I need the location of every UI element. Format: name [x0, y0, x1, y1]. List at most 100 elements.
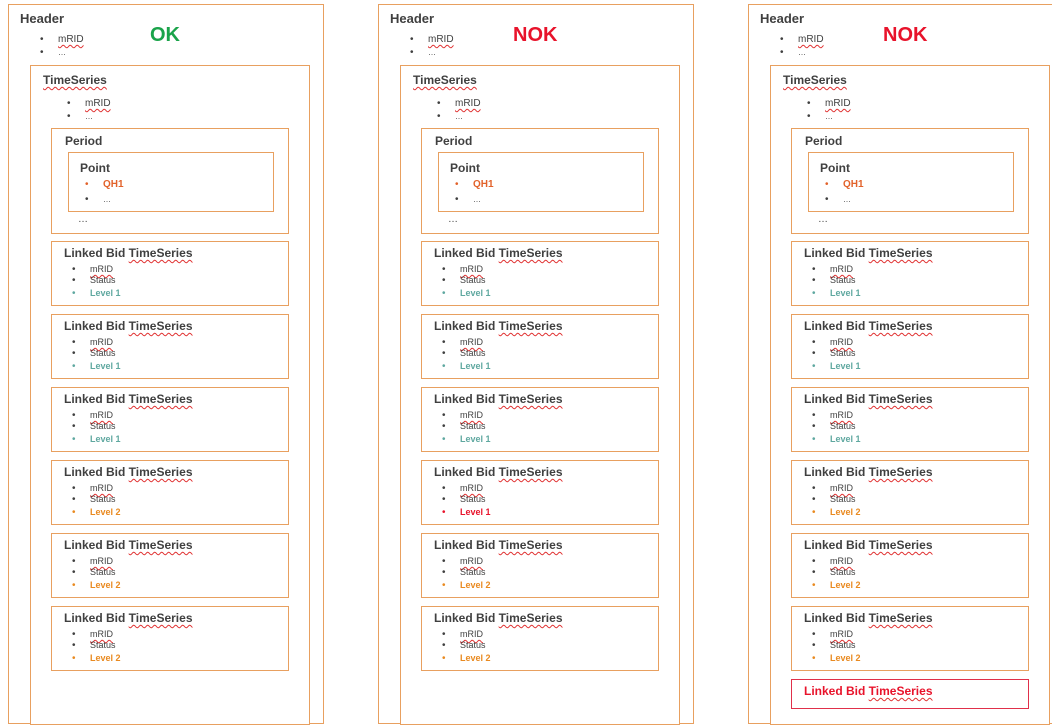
- timeseries-more-dot: •: [437, 111, 441, 122]
- timeseries-more-text: …: [455, 112, 463, 121]
- linked-bid-mrid: • mRID: [442, 337, 483, 348]
- linked-bid-level-dot: •: [72, 361, 76, 372]
- linked-bid-status: • Status: [72, 348, 116, 359]
- timeseries-mrid-text: mRID: [455, 98, 481, 109]
- linked-bid-mrid: • mRID: [72, 556, 113, 567]
- linked-bid-prefix: Linked Bid: [434, 319, 499, 333]
- linked-bid-suffix: TimeSeries: [128, 538, 193, 552]
- linked-bid-mrid-dot: •: [442, 410, 446, 421]
- linked-bid-level-text: Level 2: [460, 580, 491, 590]
- linked-bid-mrid: • mRID: [442, 264, 483, 275]
- linked-bid-prefix: Linked Bid: [64, 465, 129, 479]
- linked-bid-level-dot: •: [812, 653, 816, 664]
- header-more-text: …: [428, 48, 436, 57]
- linked-bid-mrid: • mRID: [812, 264, 853, 275]
- linked-bid-mrid: • mRID: [72, 410, 113, 421]
- timeseries-mrid-dot: •: [437, 98, 441, 109]
- linked-bid-level: • Level 1: [812, 361, 861, 372]
- linked-bid-suffix: TimeSeries: [498, 246, 563, 260]
- linked-bid-status-dot: •: [812, 348, 816, 359]
- period-title: Period: [435, 134, 473, 148]
- linked-bid-suffix: TimeSeries: [128, 319, 193, 333]
- timeseries-title: TimeSeries: [413, 73, 477, 87]
- timeseries-more-dot: •: [67, 111, 71, 122]
- linked-bid-suffix: TimeSeries: [498, 465, 563, 479]
- linked-bid-prefix: Linked Bid: [434, 465, 499, 479]
- period-ellipsis: …: [818, 214, 829, 225]
- linked-bid-title: Linked Bid TimeSeries: [434, 538, 563, 552]
- linked-bid-prefix: Linked Bid: [64, 246, 129, 260]
- header-more-dot: •: [780, 47, 784, 58]
- linked-bid-level-text: Level 1: [90, 434, 121, 444]
- linked-bid-suffix: TimeSeries: [868, 538, 933, 552]
- linked-bid-level-text: Level 2: [830, 580, 861, 590]
- linked-bid-level-dot: •: [442, 361, 446, 372]
- linked-bid-mrid: • mRID: [72, 629, 113, 640]
- point-title: Point: [820, 161, 850, 175]
- linked-bid-status: • Status: [812, 640, 856, 651]
- linked-bid-level: • Level 2: [72, 580, 121, 591]
- linked-bid-mrid-dot: •: [812, 337, 816, 348]
- linked-bid-suffix: TimeSeries: [868, 319, 933, 333]
- linked-bid-suffix: TimeSeries: [498, 319, 563, 333]
- linked-bid-status-dot: •: [812, 567, 816, 578]
- point-qh1-dot: •: [455, 179, 459, 190]
- linked-bid-prefix: Linked Bid: [64, 611, 129, 625]
- header-mrid: • mRID: [780, 34, 824, 45]
- linked-bid-status-dot: •: [72, 348, 76, 359]
- point-more-dot: •: [825, 194, 829, 205]
- linked-bid-mrid-text: mRID: [90, 629, 113, 639]
- linked-bid-title: Linked Bid TimeSeries: [804, 392, 933, 406]
- linked-bid-level-text: Level 1: [90, 288, 121, 298]
- linked-bid-status-text: Status: [830, 348, 856, 358]
- linked-bid-mrid-dot: •: [812, 629, 816, 640]
- linked-bid-status-text: Status: [90, 567, 116, 577]
- linked-bid-level: • Level 1: [812, 288, 861, 299]
- linked-bid-prefix: Linked Bid: [804, 392, 869, 406]
- linked-bid-status-text: Status: [90, 275, 116, 285]
- linked-bid-title: Linked Bid TimeSeries: [64, 246, 193, 260]
- timeseries-more: •…: [807, 111, 833, 122]
- linked-bid-mrid: • mRID: [72, 337, 113, 348]
- point-qh1: • QH1: [455, 179, 494, 190]
- linked-bid-mrid-text: mRID: [460, 264, 483, 274]
- timeseries-more: •…: [67, 111, 93, 122]
- linked-bid-status-text: Status: [90, 348, 116, 358]
- header-more-dot: •: [40, 47, 44, 58]
- linked-bid-mrid-text: mRID: [460, 556, 483, 566]
- linked-bid-mrid-text: mRID: [460, 337, 483, 347]
- linked-bid-mrid-dot: •: [812, 483, 816, 494]
- linked-bid-level: • Level 2: [812, 580, 861, 591]
- point-qh1-text: QH1: [843, 179, 864, 190]
- timeseries-mrid-dot: •: [67, 98, 71, 109]
- linked-bid-level-text: Level 1: [460, 434, 491, 444]
- linked-bid-level-dot: •: [72, 434, 76, 445]
- linked-bid-prefix: Linked Bid: [804, 319, 869, 333]
- header-more-text: …: [58, 48, 66, 57]
- linked-bid-title: Linked Bid TimeSeries: [64, 538, 193, 552]
- header-mrid-dot: •: [780, 34, 784, 45]
- linked-bid-prefix: Linked Bid: [804, 611, 869, 625]
- linked-bid-level-dot: •: [442, 653, 446, 664]
- header-mrid-text: mRID: [58, 34, 84, 45]
- header-mrid-text: mRID: [798, 34, 824, 45]
- linked-bid-level: • Level 2: [812, 507, 861, 518]
- linked-bid-status-dot: •: [72, 567, 76, 578]
- point-more: •…: [455, 194, 481, 205]
- linked-bid-mrid: • mRID: [442, 483, 483, 494]
- timeseries-mrid: • mRID: [807, 98, 851, 109]
- linked-bid-level: • Level 1: [442, 507, 491, 518]
- linked-bid-status-dot: •: [72, 640, 76, 651]
- linked-bid-mrid-dot: •: [442, 337, 446, 348]
- linked-bid-suffix: TimeSeries: [498, 392, 563, 406]
- linked-bid-level-text: Level 1: [830, 361, 861, 371]
- linked-bid-prefix: Linked Bid: [804, 465, 869, 479]
- header-more: •…: [780, 47, 806, 58]
- linked-bid-suffix: TimeSeries: [868, 392, 933, 406]
- linked-bid-mrid-text: mRID: [90, 483, 113, 493]
- linked-bid-mrid-text: mRID: [90, 264, 113, 274]
- linked-bid-status-dot: •: [442, 567, 446, 578]
- linked-bid-status-dot: •: [812, 275, 816, 286]
- header-more-dot: •: [410, 47, 414, 58]
- point-more-dot: •: [455, 194, 459, 205]
